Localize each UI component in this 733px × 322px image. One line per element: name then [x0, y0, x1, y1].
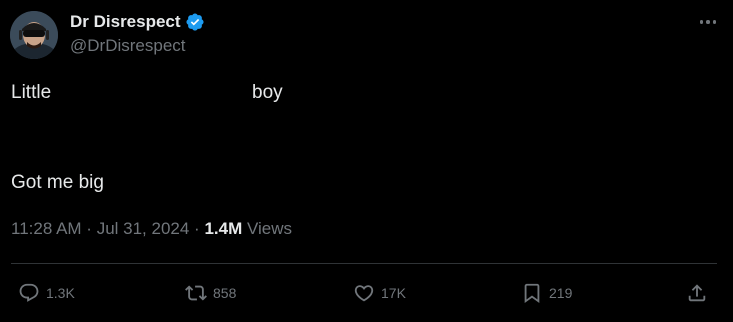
share-icon — [688, 284, 706, 302]
like-count: 17K — [381, 285, 406, 301]
tweet-text-line2: Got me big — [11, 172, 104, 193]
tweet: Dr Disrespect @DrDisrespect Little boy G… — [0, 0, 733, 322]
author-handle[interactable]: @DrDisrespect — [70, 36, 186, 56]
bookmark-icon — [524, 283, 540, 304]
views-label: Views — [242, 219, 292, 238]
share-button[interactable] — [686, 276, 708, 310]
meta-separator: · — [189, 219, 205, 238]
repost-icon — [185, 285, 207, 301]
tweet-text-line1-end: boy — [252, 82, 283, 103]
avatar-image — [10, 11, 58, 59]
reply-button[interactable]: 1.3K — [18, 276, 75, 310]
tweet-meta: 11:28 AM · Jul 31, 2024 · 1.4M Views — [11, 219, 292, 239]
tweet-time[interactable]: 11:28 AM — [11, 219, 82, 238]
author-display-name[interactable]: Dr Disrespect — [70, 12, 181, 32]
like-button[interactable]: 17K — [353, 276, 406, 310]
tweet-text-line1-start: Little — [11, 82, 52, 103]
heart-icon — [354, 285, 374, 302]
meta-separator: · — [81, 219, 97, 238]
bookmark-button[interactable]: 219 — [521, 276, 572, 310]
avatar[interactable] — [10, 11, 58, 59]
bookmark-count: 219 — [549, 285, 573, 301]
repost-button[interactable]: 858 — [185, 276, 236, 310]
action-bar: 1.3K 858 17K 219 — [0, 276, 733, 310]
more-horizontal-icon[interactable] — [697, 12, 719, 32]
views-count: 1.4M — [204, 219, 243, 238]
author-name-row: Dr Disrespect — [70, 11, 205, 33]
verified-badge-icon[interactable] — [185, 12, 205, 32]
reply-count: 1.3K — [46, 285, 75, 301]
divider — [11, 263, 717, 264]
reply-icon — [19, 283, 39, 302]
repost-count: 858 — [213, 285, 237, 301]
tweet-date[interactable]: Jul 31, 2024 — [97, 219, 190, 238]
